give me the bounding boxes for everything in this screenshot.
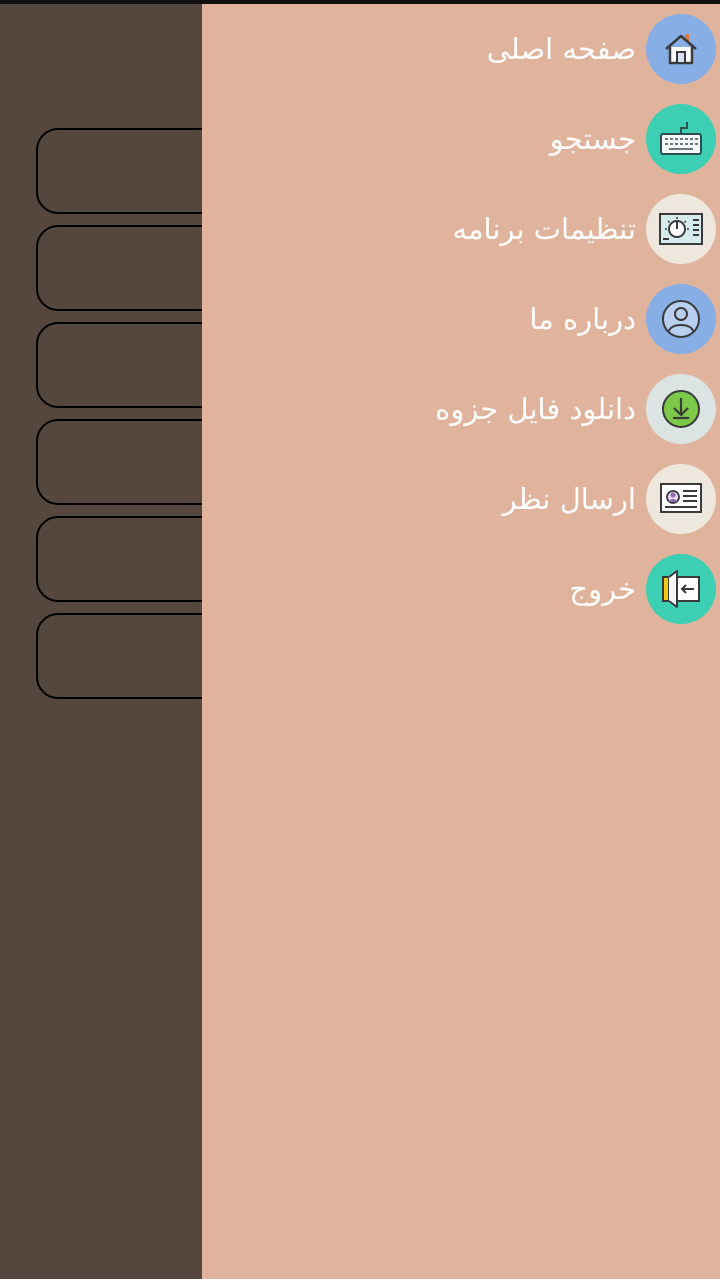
navigation-drawer: صفحه اصلی جستجو تنظیمات برنامه درباره ما… bbox=[202, 4, 720, 1279]
home-icon bbox=[646, 14, 716, 84]
user-profile-icon bbox=[646, 284, 716, 354]
menu-item-settings[interactable]: تنظیمات برنامه bbox=[202, 184, 720, 274]
settings-panel-icon bbox=[646, 194, 716, 264]
status-bar bbox=[0, 0, 720, 4]
menu-item-feedback[interactable]: ارسال نظر bbox=[202, 454, 720, 544]
menu-item-home[interactable]: صفحه اصلی bbox=[202, 4, 720, 94]
menu-item-label: درباره ما bbox=[529, 302, 636, 336]
menu-item-search[interactable]: جستجو bbox=[202, 94, 720, 184]
menu-item-about[interactable]: درباره ما bbox=[202, 274, 720, 364]
menu-item-label: ارسال نظر bbox=[502, 482, 636, 516]
menu-item-label: تنظیمات برنامه bbox=[452, 212, 636, 246]
menu-item-label: جستجو bbox=[549, 122, 636, 156]
menu-item-exit[interactable]: خروج bbox=[202, 544, 720, 634]
menu-item-download[interactable]: دانلود فایل جزوه bbox=[202, 364, 720, 454]
download-icon bbox=[646, 374, 716, 444]
menu-item-label: خروج bbox=[569, 572, 636, 606]
keyboard-icon bbox=[646, 104, 716, 174]
menu-item-label: دانلود فایل جزوه bbox=[435, 392, 636, 426]
menu-item-label: صفحه اصلی bbox=[486, 32, 636, 66]
app-screen: صفحه اصلی جستجو تنظیمات برنامه درباره ما… bbox=[0, 0, 720, 1279]
exit-icon bbox=[646, 554, 716, 624]
id-card-icon bbox=[646, 464, 716, 534]
